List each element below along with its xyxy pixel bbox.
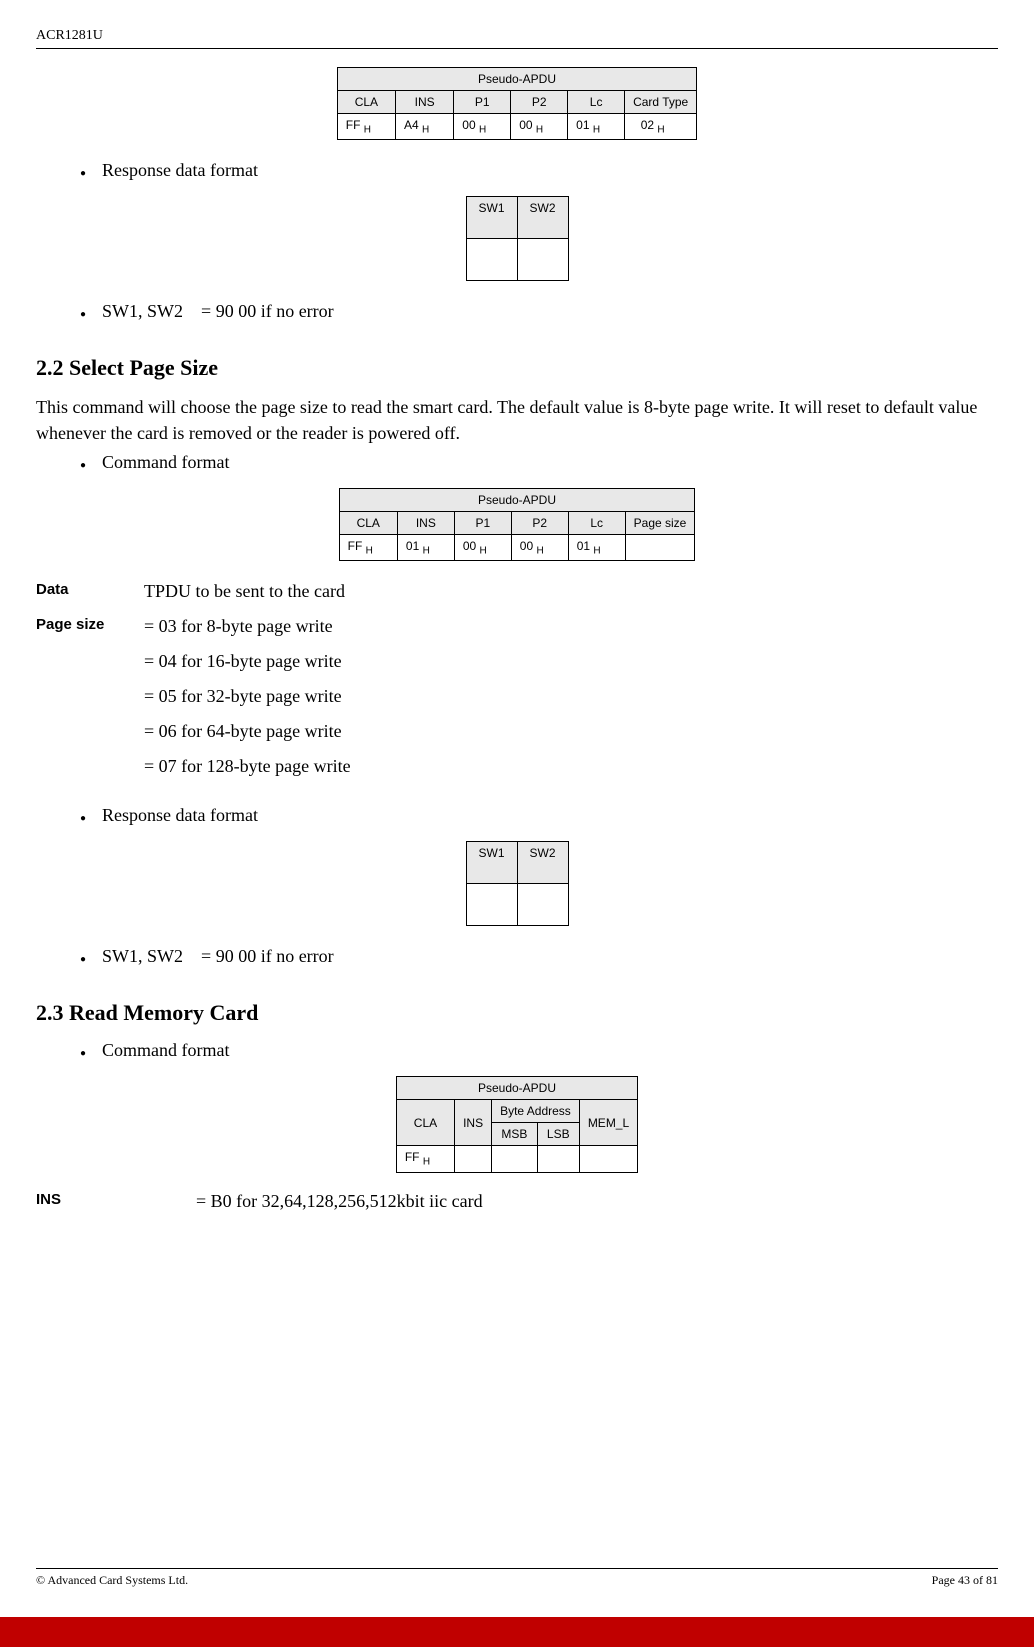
sw2-h: SW2 (517, 197, 568, 239)
t2-title: Pseudo-APDU (339, 488, 695, 511)
def-ins-label: INS (36, 1191, 196, 1212)
t1-h-ins: INS (396, 91, 454, 114)
def-data-label: Data (36, 581, 144, 602)
page-footer: © Advanced Card Systems Ltd. Page 43 of … (36, 1568, 998, 1588)
t3-ins (455, 1146, 492, 1172)
sw1-h: SW1 (466, 197, 517, 239)
t2-h-cla: CLA (339, 511, 397, 534)
ps-line-0: = 03 for 8-byte page write (144, 616, 351, 637)
pseudo-apdu-table-2: Pseudo-APDU CLA INS P1 P2 Lc Page size F… (339, 488, 696, 561)
bullet-cmd-format-2: ● Command format (80, 1040, 998, 1064)
bullet-icon: ● (80, 950, 86, 970)
bullet-response-format-1: ● Response data format (80, 160, 998, 184)
sw2-h: SW2 (517, 842, 568, 884)
t2-h-lc: Lc (568, 511, 625, 534)
t2-cla: FF H (339, 534, 397, 560)
bullet-text: SW1, SW2 = 90 00 if no error (102, 946, 334, 967)
t3-h-byteaddr: Byte Address (492, 1100, 580, 1123)
bullet-icon: ● (80, 305, 86, 325)
def-data: Data TPDU to be sent to the card (36, 581, 998, 602)
footer-right: Page 43 of 81 (932, 1573, 998, 1588)
t2-h-p1: P1 (454, 511, 511, 534)
t1-ins: A4 H (396, 114, 454, 140)
bullet-text: SW1, SW2 = 90 00 if no error (102, 301, 334, 322)
sw1-cell (466, 239, 517, 281)
def-pagesize-body: = 03 for 8-byte page write = 04 for 16-b… (144, 616, 351, 791)
t1-h-cla: CLA (337, 91, 395, 114)
t3-cla: FF H (396, 1146, 454, 1172)
ps-line-1: = 04 for 16-byte page write (144, 651, 351, 672)
t1-title: Pseudo-APDU (337, 68, 696, 91)
t3-meml (579, 1146, 637, 1172)
t3-h-meml: MEM_L (579, 1100, 637, 1146)
bullet-cmd-format-1: ● Command format (80, 452, 998, 476)
t2-p2: 00 H (511, 534, 568, 560)
sw1-h: SW1 (466, 842, 517, 884)
ps-line-4: = 07 for 128-byte page write (144, 756, 351, 777)
t3-h-ins: INS (455, 1100, 492, 1146)
bullet-icon: ● (80, 809, 86, 829)
t2-p1: 00 H (454, 534, 511, 560)
bullet-sw-noerror-1: ● SW1, SW2 = 90 00 if no error (80, 301, 998, 325)
t3-msb (492, 1146, 538, 1172)
pseudo-apdu-table-3: Pseudo-APDU CLA INS Byte Address MEM_L M… (396, 1076, 638, 1172)
bullet-response-format-2: ● Response data format (80, 805, 998, 829)
pseudo-apdu-table-1: Pseudo-APDU CLA INS P1 P2 Lc Card Type F… (337, 67, 697, 140)
bullet-text: Command format (102, 452, 229, 473)
t3-h-msb: MSB (492, 1123, 538, 1146)
t1-cardtype: 02 H (625, 114, 697, 140)
t1-h-cardtype: Card Type (625, 91, 697, 114)
t2-h-pagesize: Page size (625, 511, 695, 534)
t2-lc: 01 H (568, 534, 625, 560)
t1-h-p2: P2 (511, 91, 568, 114)
bullet-icon: ● (80, 456, 86, 476)
t1-p2: 00 H (511, 114, 568, 140)
def-ins: INS = B0 for 32,64,128,256,512kbit iic c… (36, 1191, 998, 1212)
t3-h-cla: CLA (396, 1100, 454, 1146)
sw2-cell (517, 884, 568, 926)
footer-red-bar (0, 1617, 1034, 1647)
section-2-2-para: This command will choose the page size t… (36, 395, 998, 445)
t2-ins: 01 H (397, 534, 454, 560)
t1-h-lc: Lc (568, 91, 625, 114)
sw-table-1: SW1 SW2 (466, 196, 569, 281)
section-2-2-title: 2.2 Select Page Size (36, 355, 998, 381)
t3-lsb (537, 1146, 579, 1172)
bullet-icon: ● (80, 1044, 86, 1064)
def-data-body: TPDU to be sent to the card (144, 581, 345, 602)
model-label: ACR1281U (36, 28, 103, 43)
section-2-3-title: 2.3 Read Memory Card (36, 1000, 998, 1026)
t1-lc: 01 H (568, 114, 625, 140)
bullet-icon: ● (80, 164, 86, 184)
bullet-sw-noerror-2: ● SW1, SW2 = 90 00 if no error (80, 946, 998, 970)
t3-h-lsb: LSB (537, 1123, 579, 1146)
ps-line-2: = 05 for 32-byte page write (144, 686, 351, 707)
ps-line-3: = 06 for 64-byte page write (144, 721, 351, 742)
t2-h-ins: INS (397, 511, 454, 534)
footer-left: © Advanced Card Systems Ltd. (36, 1573, 188, 1588)
t1-cla: FF H (337, 114, 395, 140)
t3-title: Pseudo-APDU (396, 1077, 637, 1100)
bullet-text: Command format (102, 1040, 229, 1061)
t2-pagesize (625, 534, 695, 560)
sw1-cell (466, 884, 517, 926)
def-pagesize: Page size = 03 for 8-byte page write = 0… (36, 616, 998, 791)
def-ins-body: = B0 for 32,64,128,256,512kbit iic card (196, 1191, 483, 1212)
sw2-cell (517, 239, 568, 281)
t1-h-p1: P1 (454, 91, 511, 114)
bullet-text: Response data format (102, 805, 258, 826)
page-header: ACR1281U (36, 28, 998, 49)
sw-table-2: SW1 SW2 (466, 841, 569, 926)
def-pagesize-label: Page size (36, 616, 144, 791)
t1-p1: 00 H (454, 114, 511, 140)
t2-h-p2: P2 (511, 511, 568, 534)
bullet-text: Response data format (102, 160, 258, 181)
